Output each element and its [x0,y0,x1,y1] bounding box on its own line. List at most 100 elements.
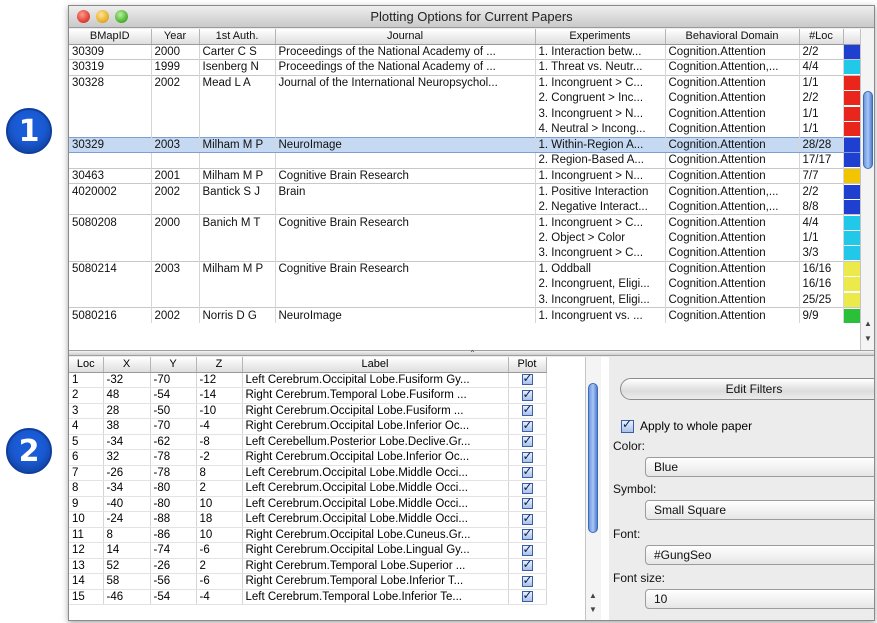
color-swatch[interactable] [843,246,860,260]
table-row[interactable]: 9 -40 -80 10 Left Cerebrum.Occipital Lobe.Mi… [69,496,547,512]
locations-scroll-down-arrow[interactable]: ▼ [586,605,600,614]
table-row[interactable]: 10 -24 -88 18 Left Cerebrum.Occipital Lobe.M… [69,511,547,528]
table-row[interactable]: 14 58 -56 -6 Right Cerebrum.Temporal Lobe.In… [69,573,547,590]
table-row[interactable]: 3. Incongruent > C... Cognition.Attention… [69,245,862,261]
col-first-author[interactable]: 1st Auth. [199,29,276,45]
zoom-icon[interactable] [115,10,128,23]
plot-checkbox[interactable] [521,574,533,587]
table-row[interactable]: 30328 2002 Mead L A Journal of the Internat… [69,74,862,91]
plot-checkbox[interactable] [521,403,533,417]
table-row[interactable]: 13 52 -26 2 Right Cerebrum.Temporal Lobe.Sup… [69,558,547,574]
locations-scroll-up-arrow[interactable]: ▲ [586,591,600,600]
table-row[interactable]: 5 -34 -62 -8 Left Cerebellum.Posterior Lobe.… [69,434,547,450]
cell-experiment: 2. Incongruent, Eligi... [535,276,666,292]
col-loc[interactable]: Loc [69,357,104,373]
color-swatch[interactable] [843,153,860,168]
cell-loc: 8 [69,480,104,497]
plot-checkbox[interactable] [521,589,533,603]
table-row[interactable]: 2. Congruent > Inc... Cognition.Attention… [69,90,862,106]
col-journal[interactable]: Journal [275,29,536,45]
table-row[interactable]: 4. Neutral > Incong... Cognition.Attentio… [69,121,862,137]
table-row[interactable]: 6 32 -78 -2 Right Cerebrum.Occipital Lobe.In… [69,449,547,466]
table-row[interactable]: 11 8 -86 10 Right Cerebrum.Occipital Lobe.Cu… [69,527,547,543]
edit-filters-button[interactable]: Edit Filters [620,378,874,400]
plot-checkbox[interactable] [521,527,533,541]
table-row[interactable]: 5080216 2002 Norris D G NeuroImage 1. Incong… [69,307,862,323]
table-row[interactable]: 3. Incongruent, Eligi... Cognition.Attent… [69,292,862,308]
table-row[interactable]: 3. Incongruent > N... Cognition.Attention… [69,106,862,122]
table-row[interactable]: 12 14 -74 -6 Right Cerebrum.Occipital Lobe.L… [69,542,547,559]
table-row[interactable]: 8 -34 -80 2 Left Cerebrum.Occipital Lobe.Mid… [69,480,547,497]
table-row[interactable]: 5080214 2003 Milham M P Cognitive Brain Res… [69,260,862,277]
color-swatch[interactable] [843,277,860,292]
plot-checkbox[interactable] [521,496,533,510]
col-year[interactable]: Year [151,29,200,45]
table-row[interactable]: 30463 2001 Milham M P Cognitive Brain Resea… [69,167,862,184]
table-row[interactable]: 7 -26 -78 8 Left Cerebrum.Occipital Lobe.Mid… [69,465,547,481]
col-experiments[interactable]: Experiments [535,29,666,45]
table-row[interactable]: 3 28 -50 -10 Right Cerebrum.Occipital Lobe.F… [69,403,547,419]
close-icon[interactable] [77,10,90,23]
table-row[interactable]: 2. Region-Based A... Cognition.Attention 1… [69,152,862,168]
color-swatch[interactable] [843,308,860,323]
papers-scroll-thumb[interactable] [863,91,873,169]
plot-checkbox[interactable] [521,465,533,479]
col-plot[interactable]: Plot [508,357,547,373]
col-bmapid[interactable]: BMapID [69,29,152,45]
table-row[interactable]: 2 48 -54 -14 Right Cerebrum.Temporal Lobe.Fu… [69,387,547,404]
col-behavioral-domain[interactable]: Behavioral Domain [665,29,800,45]
table-row[interactable]: 5080208 2000 Banich M T Cognitive Brain Res… [69,214,862,230]
color-swatch[interactable] [843,184,860,199]
plot-checkbox[interactable] [521,481,533,494]
col-loc-count[interactable]: #Loc [799,29,844,45]
apply-whole-paper-row[interactable]: Apply to whole paper [621,417,752,433]
plot-checkbox[interactable] [521,558,533,572]
color-swatch[interactable] [843,44,860,59]
font-size-select[interactable]: 10 ▲▼ [645,589,874,609]
symbol-select[interactable]: Small Square ▲▼ [645,500,874,520]
table-row[interactable]: 1 -32 -70 -12 Left Cerebrum.Occipital Lobe.F… [69,372,547,388]
table-row[interactable]: 30319 1999 Isenberg N Proceedings of the Na… [69,59,862,75]
font-select[interactable]: #GungSeo ▲▼ [645,545,874,565]
color-swatch[interactable] [843,137,860,152]
col-label[interactable]: Label [242,357,509,373]
locations-scroll-thumb[interactable] [588,383,598,533]
color-swatch[interactable] [843,76,860,90]
table-row[interactable]: 2. Object > Color Cognition.Attention 1/1 [69,230,862,246]
color-select[interactable]: Blue ▲▼ [645,457,874,477]
plot-checkbox[interactable] [521,434,533,448]
color-swatch[interactable] [843,292,860,307]
table-row[interactable]: 30329 2003 Milham M P NeuroImage 1. Within-R… [69,136,862,153]
papers-scrollbar[interactable]: ▲ ▼ [860,29,874,350]
plot-checkbox[interactable] [521,419,533,432]
color-swatch[interactable] [843,91,860,106]
color-swatch[interactable] [843,262,860,276]
plot-checkbox[interactable] [521,372,533,386]
color-swatch[interactable] [843,168,860,183]
col-z[interactable]: Z [196,357,243,373]
locations-scrollbar[interactable]: ▲ ▼ [585,357,601,620]
minimize-icon[interactable] [96,10,109,23]
col-x[interactable]: X [103,357,151,373]
table-row[interactable]: 2. Negative Interact... Cognition.Attenti… [69,199,862,215]
plot-checkbox[interactable] [521,450,533,463]
table-row[interactable]: 4 38 -70 -4 Right Cerebrum.Occipital Lobe.In… [69,418,547,435]
plot-checkbox[interactable] [521,512,533,525]
color-swatch[interactable] [843,199,860,214]
col-y[interactable]: Y [150,357,197,373]
table-row[interactable]: 4020002 2002 Bantick S J Brain 1. Positive I… [69,183,862,199]
scroll-down-arrow[interactable]: ▼ [861,334,874,343]
scroll-up-arrow[interactable]: ▲ [861,319,874,328]
plot-checkbox[interactable] [521,388,533,401]
plot-checkbox[interactable] [521,543,533,556]
table-row[interactable]: 2. Incongruent, Eligi... Cognition.Attent… [69,276,862,292]
color-swatch[interactable] [843,230,860,245]
split-view-divider[interactable]: ⌃ [69,350,874,358]
table-row[interactable]: 30309 2000 Carter C S Proceedings of the Na… [69,43,862,60]
table-row[interactable]: 15 -46 -54 -4 Left Cerebrum.Temporal Lobe.In… [69,589,547,605]
color-swatch[interactable] [843,106,860,121]
color-swatch[interactable] [843,122,860,136]
apply-whole-paper-checkbox[interactable] [621,417,634,433]
color-swatch[interactable] [843,60,860,75]
color-swatch[interactable] [843,215,860,230]
